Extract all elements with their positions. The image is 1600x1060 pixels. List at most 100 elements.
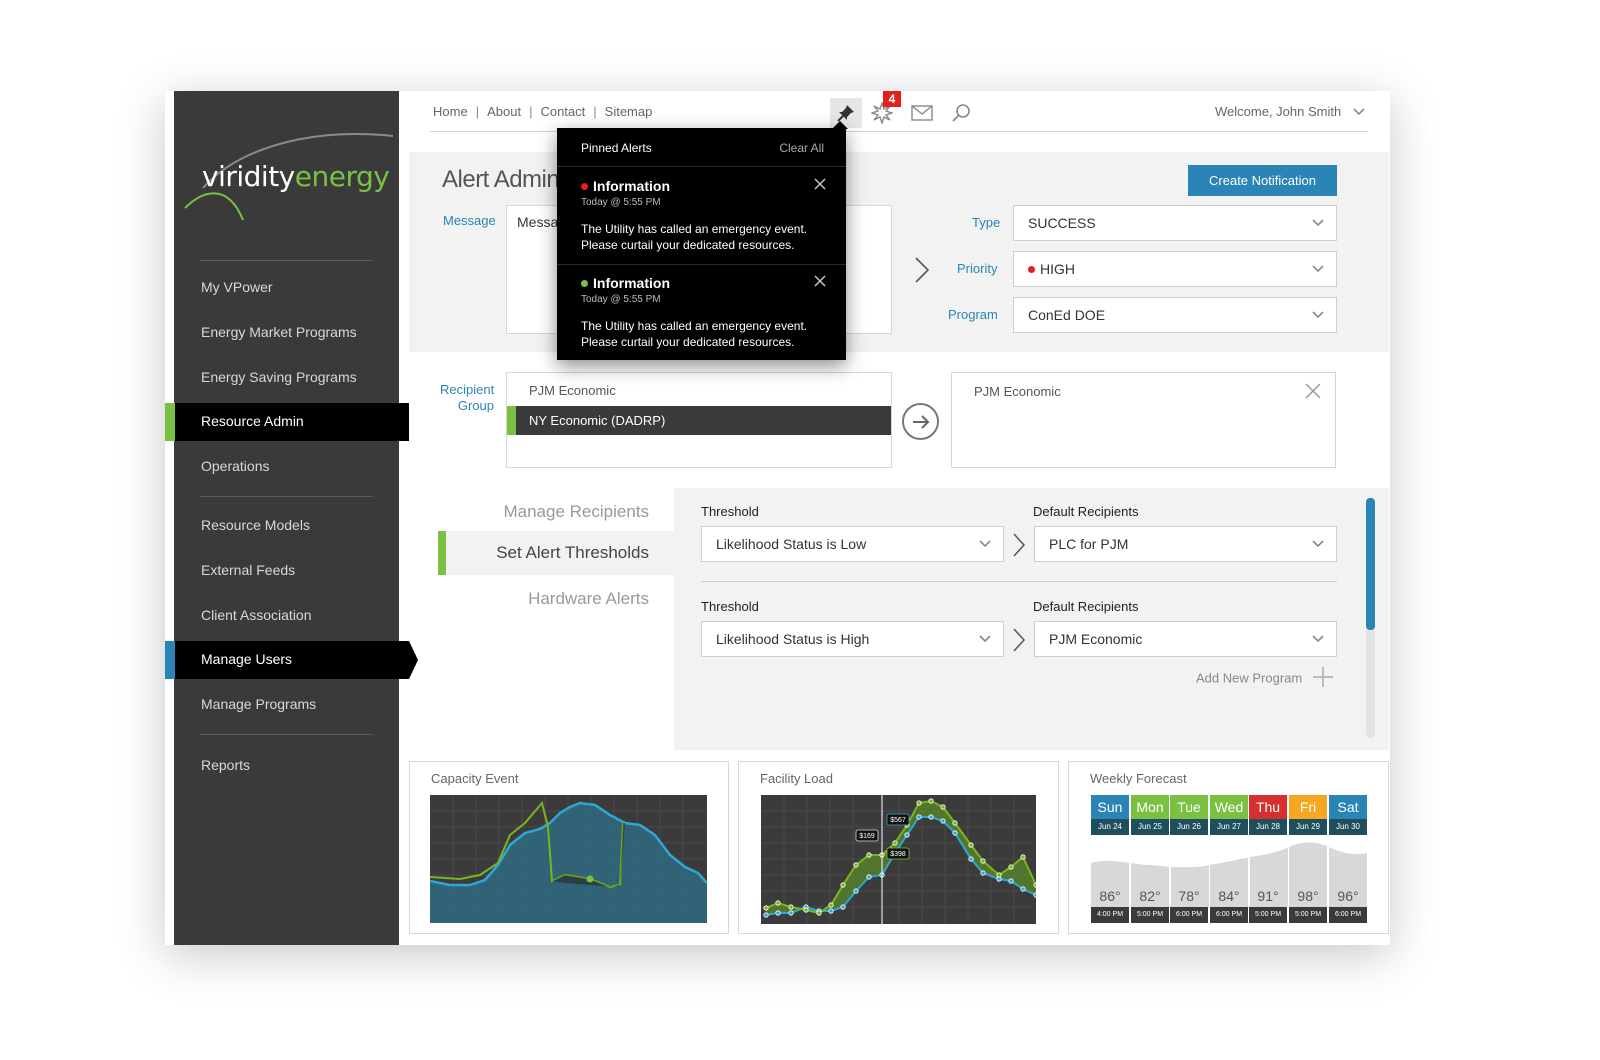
sidebar-item-resource-admin[interactable]: Resource Admin <box>165 403 409 441</box>
forecast-day-header[interactable]: Wed Jun 27 <box>1210 795 1248 835</box>
forecast-day-header[interactable]: Mon Jun 25 <box>1131 795 1169 835</box>
chevron-down-icon <box>979 635 991 643</box>
add-new-program-button[interactable]: Add New Program <box>1196 667 1334 690</box>
sidebar-item-label: Resource Admin <box>201 413 304 429</box>
forecast-temperature: 91° <box>1257 888 1279 904</box>
priority-value: HIGH <box>1040 261 1075 277</box>
sidebar-item-reports[interactable]: Reports <box>201 757 250 773</box>
search-button[interactable] <box>945 98 977 128</box>
add-recipient-button[interactable] <box>902 403 939 440</box>
threshold-label: Threshold <box>701 504 759 519</box>
alert-heading: Information <box>581 178 670 194</box>
program-value: ConEd DOE <box>1028 307 1106 323</box>
sidebar-item-resource-models[interactable]: Resource Models <box>201 517 310 533</box>
forecast-day-header[interactable]: Sun Jun 24 <box>1091 795 1129 835</box>
sidebar-divider <box>200 260 373 261</box>
program-label: Program <box>948 307 998 322</box>
sidebar-item-external-feeds[interactable]: External Feeds <box>201 562 295 578</box>
widget-title: Facility Load <box>760 771 833 786</box>
popup-divider <box>557 166 846 167</box>
chevron-down-icon <box>1312 265 1324 273</box>
forecast-day-name: Fri <box>1289 795 1327 819</box>
default-recipients-select[interactable]: PJM Economic <box>1034 621 1337 657</box>
forecast-temperature: 84° <box>1218 888 1240 904</box>
forecast-day-header[interactable]: Tue Jun 26 <box>1170 795 1208 835</box>
default-recipients-label: Default Recipients <box>1033 504 1139 519</box>
forecast-day-header[interactable]: Sat Jun 30 <box>1329 795 1367 835</box>
forecast-temperature: 98° <box>1297 888 1319 904</box>
nav-contact-link[interactable]: Contact <box>540 104 585 119</box>
chevron-down-icon <box>1312 540 1324 548</box>
close-icon[interactable] <box>1305 383 1321 399</box>
messages-button[interactable] <box>906 98 938 128</box>
nav-separator: | <box>529 104 533 119</box>
scrollbar-thumb[interactable] <box>1366 498 1375 630</box>
plus-icon <box>1312 667 1333 687</box>
user-menu[interactable]: Welcome, John Smith <box>1215 104 1365 119</box>
pinned-alerts-popup: Pinned Alerts Clear All Information Toda… <box>557 128 846 360</box>
alert-time: Today @ 5:55 PM <box>581 197 661 208</box>
arrow-right-icon <box>912 414 929 429</box>
sidebar-item-energy-saving-programs[interactable]: Energy Saving Programs <box>201 369 357 385</box>
sidebar-item-manage-programs[interactable]: Manage Programs <box>201 696 316 712</box>
recipient-option-selected[interactable]: NY Economic (DADRP) <box>507 406 891 435</box>
priority-select[interactable]: HIGH <box>1013 251 1337 287</box>
envelope-icon <box>911 105 933 121</box>
close-icon[interactable] <box>814 275 826 287</box>
close-icon[interactable] <box>814 178 826 190</box>
capacity-event-chart <box>430 795 707 923</box>
type-value: SUCCESS <box>1028 215 1096 231</box>
facility-tag: $169 <box>859 833 875 840</box>
type-select[interactable]: SUCCESS <box>1013 205 1337 241</box>
chevron-right-icon <box>1013 533 1026 557</box>
tab-set-alert-thresholds[interactable]: Set Alert Thresholds <box>438 531 674 575</box>
forecast-date: Jun 27 <box>1210 819 1248 835</box>
chevron-down-icon <box>1312 635 1324 643</box>
threshold-divider <box>701 581 1337 582</box>
forecast-peak-time: 6:00 PM <box>1329 907 1367 923</box>
nav-home-link[interactable]: Home <box>433 104 468 119</box>
tab-hardware-alerts[interactable]: Hardware Alerts <box>450 589 649 609</box>
active-tab-indicator <box>438 531 446 575</box>
priority-label: Priority <box>957 261 998 276</box>
alert-type: Information <box>593 275 670 291</box>
forecast-date: Jun 24 <box>1091 819 1129 835</box>
logo-word-2: energy <box>294 160 390 193</box>
facility-tag: $398 <box>890 851 906 858</box>
priority-dot-icon <box>1028 265 1035 273</box>
tab-manage-recipients[interactable]: Manage Recipients <box>450 502 649 522</box>
alert-line-2: Please curtail your dedicated resources. <box>581 335 795 349</box>
sidebar-item-operations[interactable]: Operations <box>201 458 269 474</box>
alert-time: Today @ 5:55 PM <box>581 294 661 305</box>
status-dot-icon <box>581 182 588 190</box>
sidebar-item-manage-users[interactable]: Manage Users <box>165 641 405 679</box>
sidebar-item-energy-market-programs[interactable]: Energy Market Programs <box>201 324 357 340</box>
recipient-label-line1: Recipient <box>440 382 495 397</box>
alert-type: Information <box>593 178 670 194</box>
sidebar-item-client-association[interactable]: Client Association <box>201 607 312 623</box>
threshold-label: Threshold <box>701 599 759 614</box>
forecast-day-header[interactable]: Thu Jun 28 <box>1249 795 1287 835</box>
clear-all-button[interactable]: Clear All <box>779 141 824 155</box>
threshold-select[interactable]: Likelihood Status is Low <box>701 526 1004 562</box>
brand-logo[interactable]: viridityenergy <box>202 160 390 193</box>
chevron-down-icon <box>1353 108 1365 116</box>
chevron-right-icon <box>915 257 930 283</box>
default-recipients-select[interactable]: PLC for PJM <box>1034 526 1337 562</box>
chevron-down-icon <box>1312 311 1324 319</box>
sidebar-item-my-vpower[interactable]: My VPower <box>201 279 273 295</box>
create-notification-button[interactable]: Create Notification <box>1188 165 1337 196</box>
forecast-temperature: 82° <box>1139 888 1161 904</box>
nav-sitemap-link[interactable]: Sitemap <box>605 104 653 119</box>
recipient-option[interactable]: PJM Economic <box>529 383 616 398</box>
threshold-select[interactable]: Likelihood Status is High <box>701 621 1004 657</box>
forecast-temperature: 96° <box>1337 888 1359 904</box>
popup-divider <box>557 264 846 265</box>
notification-count-badge: 4 <box>883 91 901 107</box>
forecast-day-name: Sun <box>1091 795 1129 819</box>
forecast-day-header[interactable]: Fri Jun 29 <box>1289 795 1327 835</box>
program-select[interactable]: ConEd DOE <box>1013 297 1337 333</box>
nav-about-link[interactable]: About <box>487 104 521 119</box>
sidebar-item-label: Manage Users <box>201 651 293 667</box>
threshold-value: Likelihood Status is Low <box>716 536 867 552</box>
